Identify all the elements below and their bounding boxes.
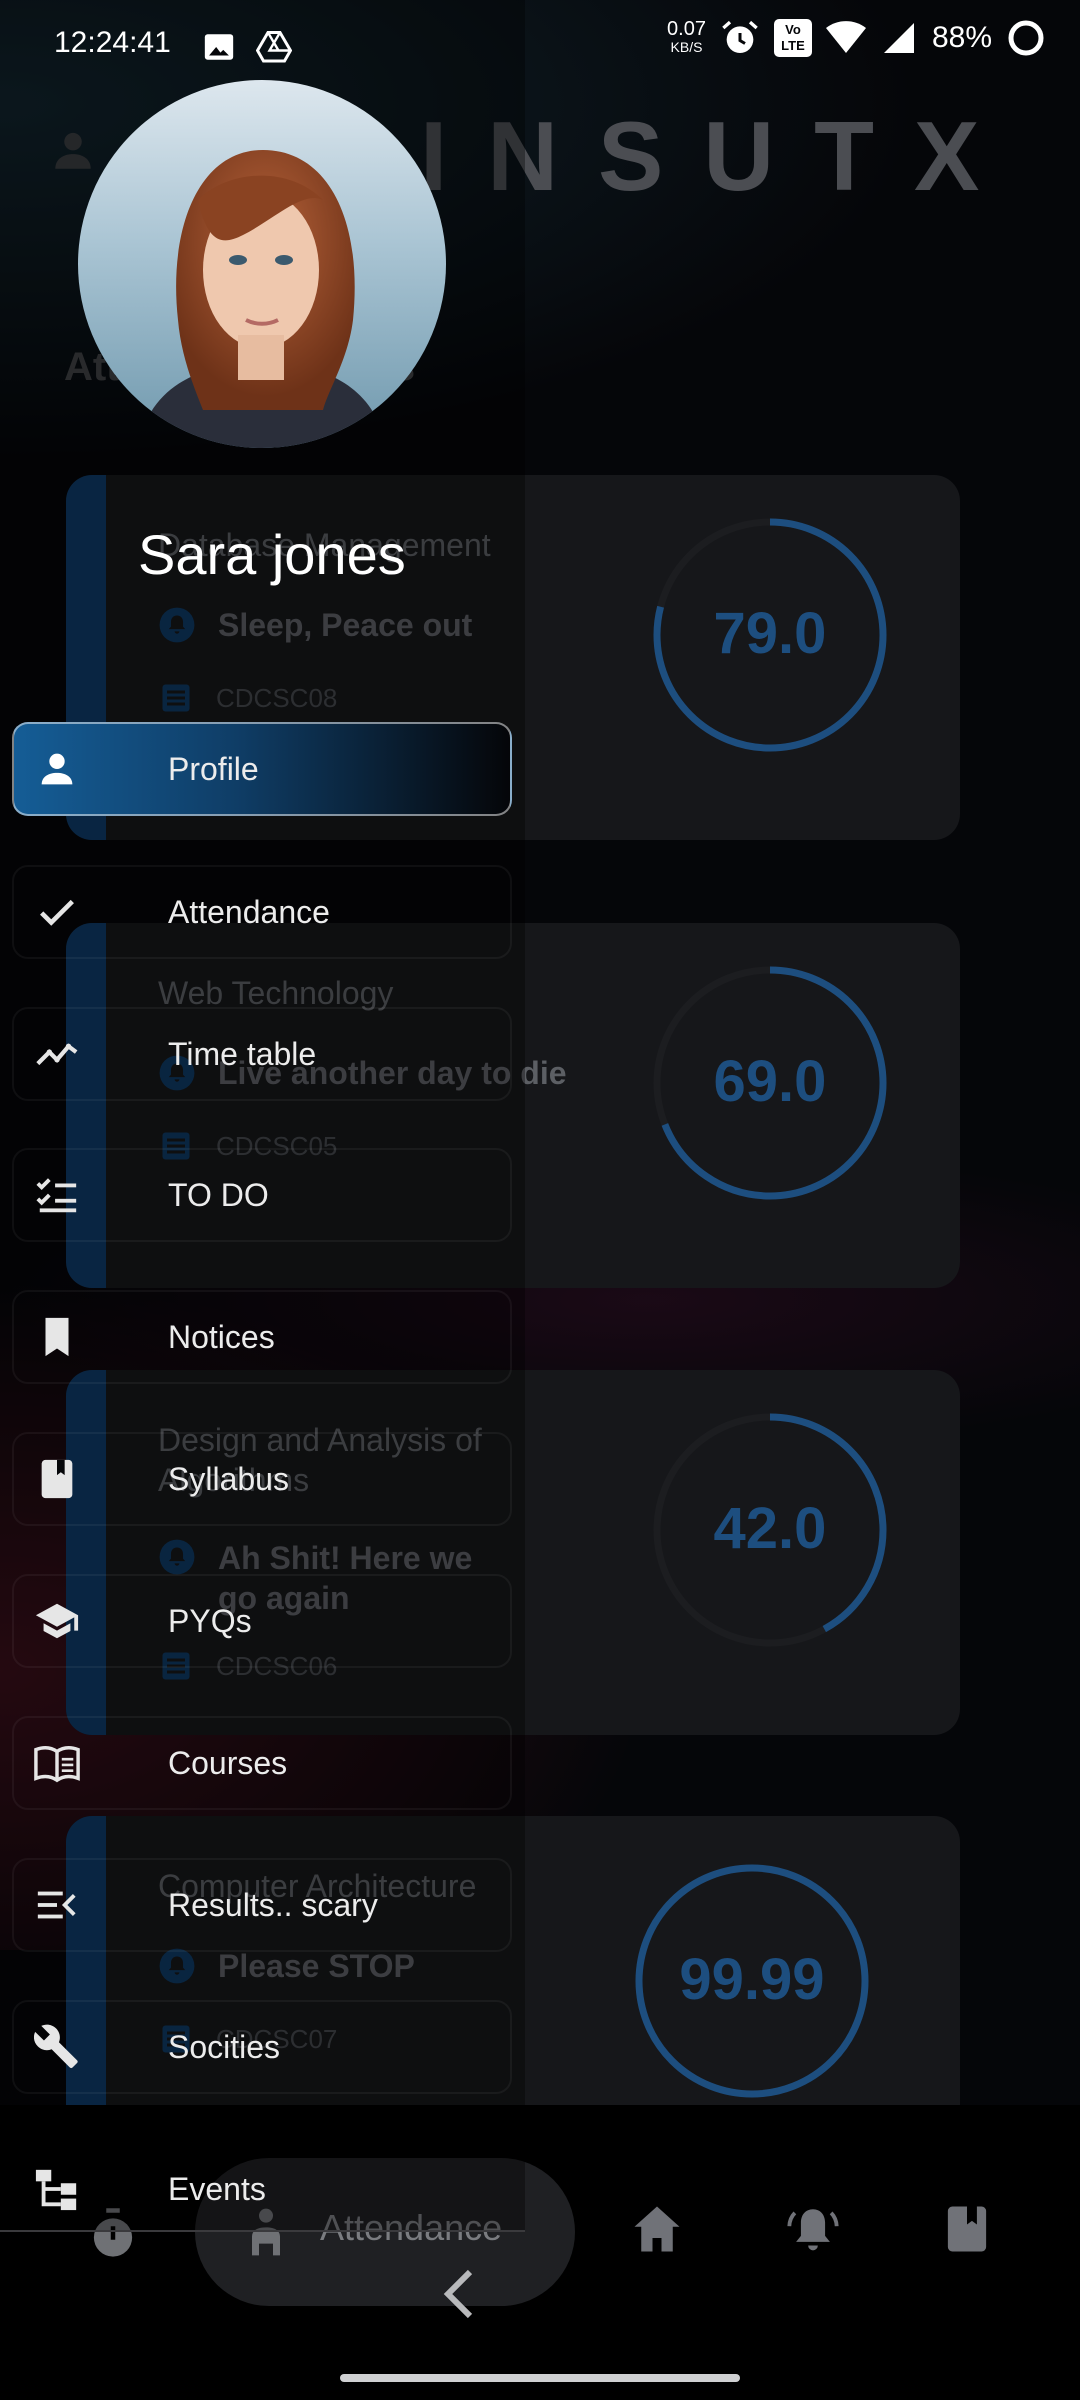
home-icon[interactable] — [630, 2202, 684, 2256]
drawer-item-notices[interactable]: Notices — [12, 1290, 512, 1384]
speed-value: 0.07 — [667, 18, 706, 40]
back-chevron-icon[interactable] — [440, 2268, 480, 2320]
drawer-item-label: TO DO — [168, 1177, 269, 1213]
wifi-icon — [825, 21, 866, 53]
hierarchy-icon — [35, 2169, 77, 2211]
status-time: 12:24:41 — [54, 26, 171, 59]
attendance-value: 69.0 — [713, 1049, 827, 1114]
book-nav-icon[interactable] — [940, 2202, 994, 2256]
drawer-item-label: Events — [168, 2171, 266, 2207]
signal-icon — [883, 23, 914, 53]
person-icon — [41, 753, 73, 785]
volte-icon: Vo LTE — [773, 19, 812, 57]
drawer-item-label: Courses — [168, 1745, 288, 1781]
drawer-item-events[interactable]: Events — [12, 2142, 512, 2236]
menu-collapse-icon — [37, 1891, 76, 1919]
attendance-value: 99.99 — [679, 1947, 825, 2012]
alarm-icon — [722, 20, 758, 53]
bell-ring-icon[interactable] — [784, 2202, 842, 2260]
book-icon — [41, 1459, 73, 1499]
status-right: 0.07 KB/S Vo LTE 88% — [667, 18, 1046, 58]
drawer-item-profile[interactable]: Profile — [12, 722, 512, 816]
check-icon — [40, 899, 74, 926]
graduation-cap-icon — [35, 1603, 79, 1639]
speed-unit: KB/S — [670, 39, 703, 55]
drawer-item-label: Results.. scary — [168, 1887, 378, 1923]
wrench-icon — [34, 2024, 78, 2069]
drive-icon — [256, 31, 292, 63]
network-speed: 0.07 KB/S — [667, 18, 706, 56]
drawer-item-label: Notices — [168, 1319, 275, 1355]
drawer-item-socities[interactable]: Socities — [12, 2000, 512, 2094]
image-icon — [204, 34, 234, 60]
bookmark-icon — [45, 1317, 69, 1357]
drawer-item-courses[interactable]: Courses — [12, 1716, 512, 1810]
drawer-item-pyqs[interactable]: PYQs — [12, 1574, 512, 1668]
drawer-item-label: Attendance — [168, 894, 330, 930]
checklist-icon — [36, 1178, 77, 1213]
attendance-value: 42.0 — [713, 1496, 827, 1561]
drawer-item-timetable[interactable]: Time table — [12, 1007, 512, 1101]
trend-icon — [36, 1043, 78, 1066]
drawer-item-results[interactable]: Results.. scary — [12, 1858, 512, 1952]
username: Sara jones — [138, 523, 406, 586]
drawer-item-todo[interactable]: TO DO — [12, 1148, 512, 1242]
avatar[interactable] — [78, 80, 446, 448]
battery-ring-icon — [1008, 20, 1044, 56]
home-indicator[interactable] — [340, 2374, 740, 2382]
network-badge: LTE — [781, 38, 805, 53]
battery-percent: 88% — [931, 21, 992, 54]
drawer-item-label: PYQs — [168, 1603, 252, 1639]
navigation-drawer: Sara jones Profile Attendance Time table… — [0, 0, 525, 2232]
drawer-item-label: Syllabus — [168, 1461, 289, 1497]
drawer-item-label: Profile — [168, 751, 259, 787]
drawer-item-label: Time table — [168, 1036, 317, 1072]
drawer-item-label: Socities — [168, 2029, 281, 2065]
drawer-item-syllabus[interactable]: Syllabus — [12, 1432, 512, 1526]
drawer-divider — [0, 2230, 525, 2232]
attendance-value: 79.0 — [713, 601, 827, 666]
drawer-item-attendance[interactable]: Attendance — [12, 865, 512, 959]
open-book-icon — [34, 1745, 80, 1783]
